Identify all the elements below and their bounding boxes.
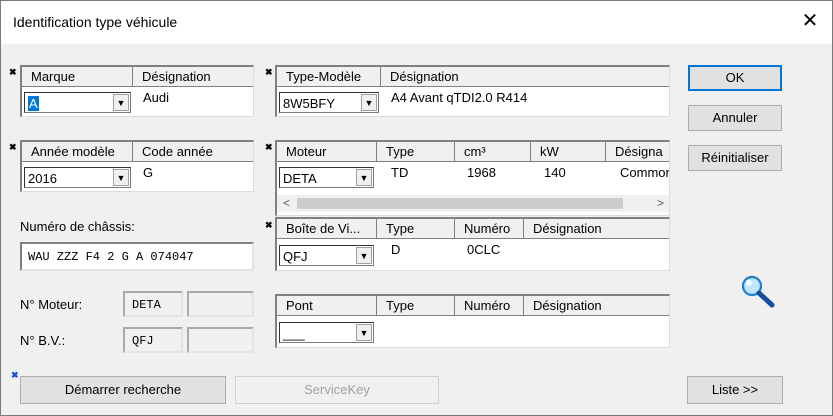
- chevron-down-icon[interactable]: ▼: [356, 247, 372, 264]
- required-marker: ✖: [265, 142, 273, 152]
- scroll-right-icon[interactable]: >: [657, 196, 664, 210]
- marque-value: A: [28, 96, 39, 111]
- annuler-button[interactable]: Annuler: [688, 105, 782, 131]
- boite-grid: Boîte de Vi... Type Numéro Désignation Q…: [275, 217, 670, 271]
- header-kw[interactable]: kW: [531, 142, 606, 162]
- close-icon[interactable]: ✕: [796, 8, 824, 36]
- header-numero[interactable]: Numéro: [455, 219, 524, 239]
- header-code-annee[interactable]: Code année: [133, 142, 253, 162]
- no-bv-extra-field: [187, 327, 254, 353]
- boite-combo[interactable]: QFJ ▼: [279, 245, 374, 266]
- marque-combo[interactable]: A ▼: [24, 92, 131, 113]
- moteur-cm3: 1968: [467, 165, 496, 180]
- marque-grid: Marque Désignation A ▼ Audi: [20, 65, 254, 117]
- header-numero[interactable]: Numéro: [455, 296, 524, 316]
- header-marque[interactable]: Marque: [22, 67, 133, 87]
- marque-designation: Audi: [143, 90, 170, 105]
- required-marker: ✖: [9, 67, 17, 77]
- chevron-down-icon[interactable]: ▼: [113, 94, 129, 111]
- moteur-h-scrollbar[interactable]: < >: [277, 195, 669, 212]
- moteur-value: DETA: [283, 171, 317, 186]
- type-modele-value: 8W5BFY: [283, 96, 336, 111]
- pont-grid: Pont Type Numéro Désignation ___ ▼: [275, 294, 670, 348]
- no-moteur-extra-field: [187, 291, 254, 317]
- annee-value: 2016: [28, 171, 57, 186]
- moteur-designation: Commor: [620, 165, 670, 180]
- ok-button[interactable]: OK: [688, 65, 782, 91]
- no-moteur-value: DETA: [132, 298, 161, 312]
- required-marker: ✖: [9, 142, 17, 152]
- dialog-window: Identification type véhicule ✕ ✖ Marque …: [0, 0, 833, 416]
- magnifier-icon[interactable]: [739, 274, 779, 310]
- annee-grid: Année modèle Code année 2016 ▼ G: [20, 140, 254, 192]
- header-type[interactable]: Type: [377, 296, 455, 316]
- header-type-modele[interactable]: Type-Modèle: [277, 67, 381, 87]
- no-moteur-field: DETA: [123, 291, 183, 317]
- boite-numero: 0CLC: [467, 242, 501, 257]
- header-type[interactable]: Type: [377, 142, 455, 162]
- no-bv-value: QFJ: [132, 334, 154, 348]
- reinitialiser-button[interactable]: Réinitialiser: [688, 145, 782, 171]
- no-bv-label: N° B.V.:: [20, 333, 66, 348]
- type-modele-grid: Type-Modèle Désignation 8W5BFY ▼ A4 Avan…: [275, 65, 670, 117]
- annee-combo[interactable]: 2016 ▼: [24, 167, 131, 188]
- chevron-down-icon[interactable]: ▼: [356, 169, 372, 186]
- header-pont[interactable]: Pont: [277, 296, 377, 316]
- servicekey-button[interactable]: ServiceKey: [235, 376, 439, 404]
- header-annee-modele[interactable]: Année modèle: [22, 142, 133, 162]
- window-title: Identification type véhicule: [13, 14, 178, 30]
- required-marker-blue: ✖: [11, 370, 19, 380]
- chevron-down-icon[interactable]: ▼: [113, 169, 129, 186]
- header-moteur[interactable]: Moteur: [277, 142, 377, 162]
- no-bv-field: QFJ: [123, 327, 183, 353]
- header-boite[interactable]: Boîte de Vi...: [277, 219, 377, 239]
- moteur-grid: Moteur Type cm³ kW Désigna DETA ▼ TD 196…: [275, 140, 670, 216]
- boite-value: QFJ: [283, 249, 308, 264]
- chevron-down-icon[interactable]: ▼: [361, 94, 377, 111]
- liste-button[interactable]: Liste >>: [687, 376, 783, 404]
- title-bar: Identification type véhicule ✕: [1, 1, 832, 44]
- required-marker: ✖: [265, 220, 273, 230]
- chevron-down-icon[interactable]: ▼: [356, 324, 372, 341]
- header-designation[interactable]: Désignation: [381, 67, 669, 87]
- chassis-label: Numéro de châssis:: [20, 219, 135, 234]
- chassis-value: WAU ZZZ F4 2 G A 074047: [28, 250, 194, 264]
- type-modele-combo[interactable]: 8W5BFY ▼: [279, 92, 379, 113]
- moteur-combo[interactable]: DETA ▼: [279, 167, 374, 188]
- boite-type: D: [391, 242, 401, 257]
- header-cm3[interactable]: cm³: [455, 142, 531, 162]
- header-designation[interactable]: Désigna: [606, 142, 669, 162]
- header-designation[interactable]: Désignation: [524, 296, 669, 316]
- header-designation[interactable]: Désignation: [524, 219, 669, 239]
- header-designation[interactable]: Désignation: [133, 67, 253, 87]
- no-moteur-label: N° Moteur:: [20, 297, 83, 312]
- code-annee-value: G: [143, 165, 154, 180]
- header-type[interactable]: Type: [377, 219, 455, 239]
- type-modele-designation: A4 Avant qTDI2.0 R414: [391, 90, 528, 105]
- demarrer-recherche-button[interactable]: Démarrer recherche: [20, 376, 226, 404]
- scroll-left-icon[interactable]: <: [283, 196, 290, 210]
- moteur-type: TD: [391, 165, 409, 180]
- required-marker: ✖: [265, 67, 273, 77]
- pont-value: ___: [283, 326, 305, 341]
- scrollbar-thumb[interactable]: [297, 198, 623, 209]
- chassis-field[interactable]: WAU ZZZ F4 2 G A 074047: [20, 242, 254, 271]
- pont-combo[interactable]: ___ ▼: [279, 322, 374, 343]
- moteur-kw: 140: [544, 165, 566, 180]
